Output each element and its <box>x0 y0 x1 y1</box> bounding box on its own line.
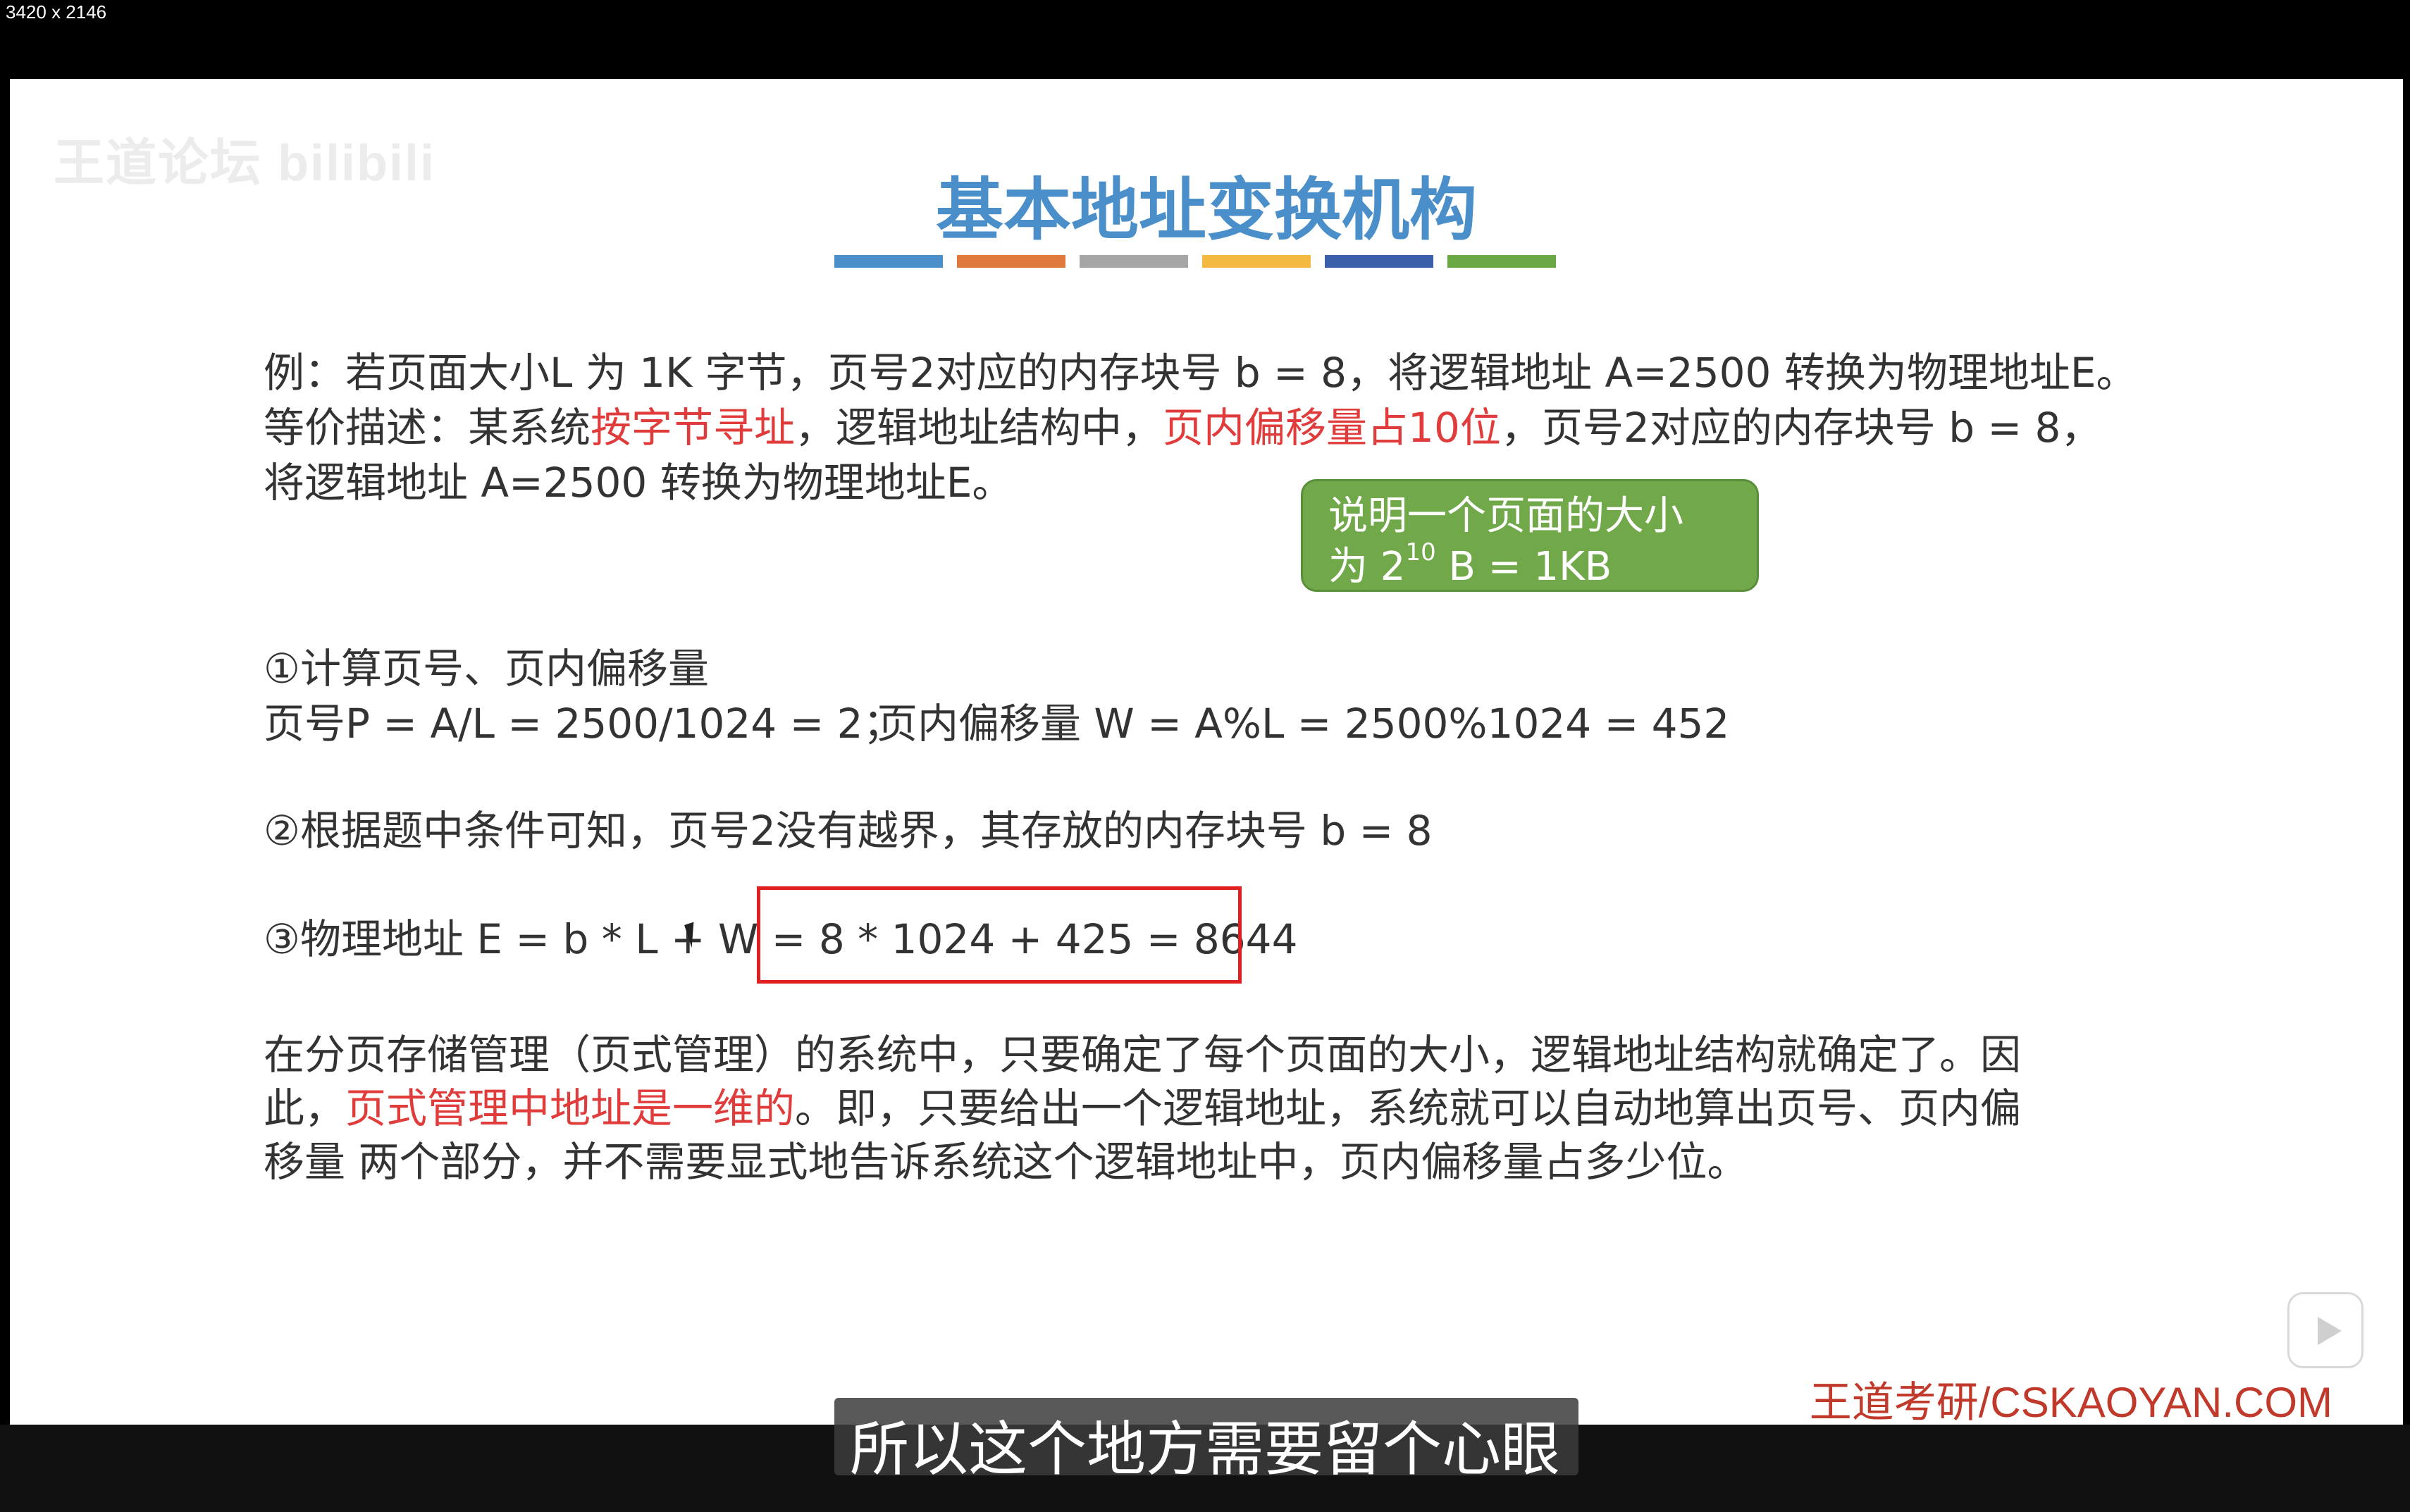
example-line-2-part-e: ，页号2对应的内存块号 b = 8， <box>1500 404 2102 452</box>
highlight-offset-bits: 页内偏移量占10位 <box>1163 404 1501 452</box>
step-1-title: ①计算页号、页内偏移量 <box>264 645 709 693</box>
title-bar-1 <box>834 255 943 268</box>
title-bar-4 <box>1202 255 1311 268</box>
example-line-2-part-a: 等价描述：某系统 <box>264 404 591 452</box>
summary-line-2: 此，页式管理中地址是一维的。即，只要给出一个逻辑地址，系统就可以自动地算出页号、… <box>264 1075 2021 1134</box>
callout-exponent: 10 <box>1405 538 1436 566</box>
summary-line-2-part-a: 此， <box>264 1084 346 1132</box>
highlight-one-dimensional: 页式管理中地址是一维的 <box>345 1084 796 1132</box>
step-1-page-offset: 页内偏移量 W = A%L = 2500%1024 = 452 <box>877 700 1730 748</box>
title-bar-5 <box>1325 255 1433 268</box>
step-2: ②根据题中条件可知，页号2没有越界，其存放的内存块号 b = 8 <box>264 807 1433 855</box>
presentation-slide: 王道论坛 bilibili 基本地址变换机构 例：若页面大小L 为 1K 字节，… <box>10 79 2403 1425</box>
title-bar-6 <box>1447 255 1556 268</box>
callout-line-2-suffix: B = 1KB <box>1435 544 1612 590</box>
summary-line-1: 在分页存储管理（页式管理）的系统中，只要确定了每个页面的大小，逻辑地址结构就确定… <box>264 1031 2022 1079</box>
example-line-2-part-c: ，逻辑地址结构中， <box>795 404 1163 452</box>
example-line-2: 等价描述：某系统按字节寻址，逻辑地址结构中，页内偏移量占10位，页号2对应的内存… <box>264 395 2101 454</box>
example-line-3: 将逻辑地址 A=2500 转换为物理地址E。 <box>264 459 1013 507</box>
step-1-page-number: 页号P = A/L = 2500/1024 = 2； <box>264 700 904 748</box>
callout-page-size: 说明一个页面的大小 为 210 B = 1KB <box>1301 479 1759 592</box>
video-subtitle: 所以这个地方需要留个心眼 <box>849 1415 1560 1484</box>
summary-line-2-part-c: 。即，只要给出一个逻辑地址，系统就可以自动地算出页号、页内偏 <box>795 1084 2022 1132</box>
summary-line-3: 移量 两个部分，并不需要显式地告诉系统这个逻辑地址中，页内偏移量占多少位。 <box>264 1138 1748 1186</box>
step-3-prefix: ③物理地址 E = b * L + W = <box>264 915 819 963</box>
title-bar-2 <box>957 255 1065 268</box>
callout-line-2-prefix: 为 2 <box>1328 544 1406 590</box>
example-line-1: 例：若页面大小L 为 1K 字节，页号2对应的内存块号 b = 8，将逻辑地址 … <box>264 349 2137 397</box>
title-bar-3 <box>1080 255 1188 268</box>
callout-line-1: 说明一个页面的大小 <box>1328 493 1683 539</box>
result-highlight-box <box>757 886 1242 984</box>
slide-title: 基本地址变换机构 <box>936 171 1477 249</box>
dimension-label: 3420 x 2146 <box>6 1 107 23</box>
callout-line-2: 为 210 B = 1KB <box>1328 540 1731 593</box>
highlight-byte-addressing: 按字节寻址 <box>591 404 796 452</box>
play-icon[interactable] <box>2287 1292 2363 1368</box>
